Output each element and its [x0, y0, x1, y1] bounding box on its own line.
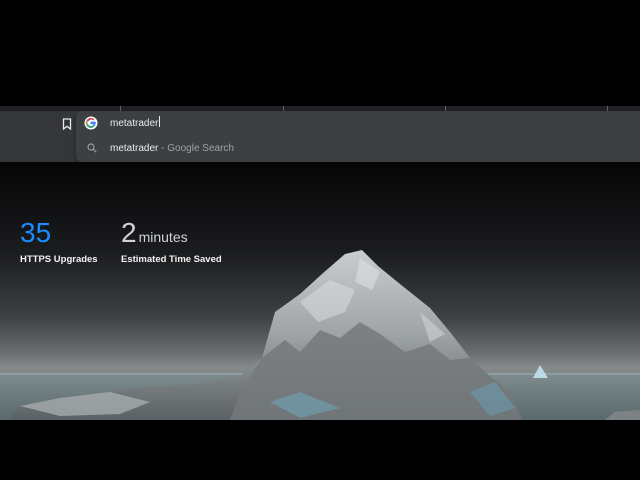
time-saved-value: 2: [121, 217, 137, 248]
background-image: [0, 250, 640, 420]
search-icon: [87, 143, 97, 153]
https-upgrades-count: 35: [20, 217, 52, 248]
suggestion-separator: -: [161, 143, 165, 154]
google-logo-icon: [84, 116, 98, 130]
new-tab-page: 35 HTTPS Upgrades 2 minutes Estimated Tim…: [0, 162, 640, 420]
search-suggestion[interactable]: metatrader - Google Search: [76, 138, 640, 160]
suggestion-source: Google Search: [167, 143, 234, 154]
suggestion-text: metatrader - Google Search: [110, 142, 234, 156]
time-saved-label: Estimated Time Saved: [121, 254, 222, 265]
omnibox-query: metatrader: [110, 118, 159, 129]
omnibox-text: metatrader: [110, 116, 161, 131]
letterbox-bottom: [0, 420, 640, 480]
suggestion-query: metatrader: [110, 143, 159, 154]
bookmark-icon: [62, 118, 72, 130]
https-upgrades-stat: 35 HTTPS Upgrades: [20, 217, 98, 266]
text-caret: [159, 116, 161, 127]
time-saved-unit: minutes: [138, 229, 188, 245]
https-upgrades-label: HTTPS Upgrades: [20, 254, 98, 265]
bookmark-button[interactable]: [58, 115, 76, 133]
letterbox-top: [0, 0, 640, 106]
omnibox-input[interactable]: metatrader: [76, 111, 640, 135]
time-saved-stat: 2 minutes Estimated Time Saved: [121, 217, 222, 266]
omnibox-dropdown: metatrader metatrader - Google Search: [76, 111, 640, 162]
